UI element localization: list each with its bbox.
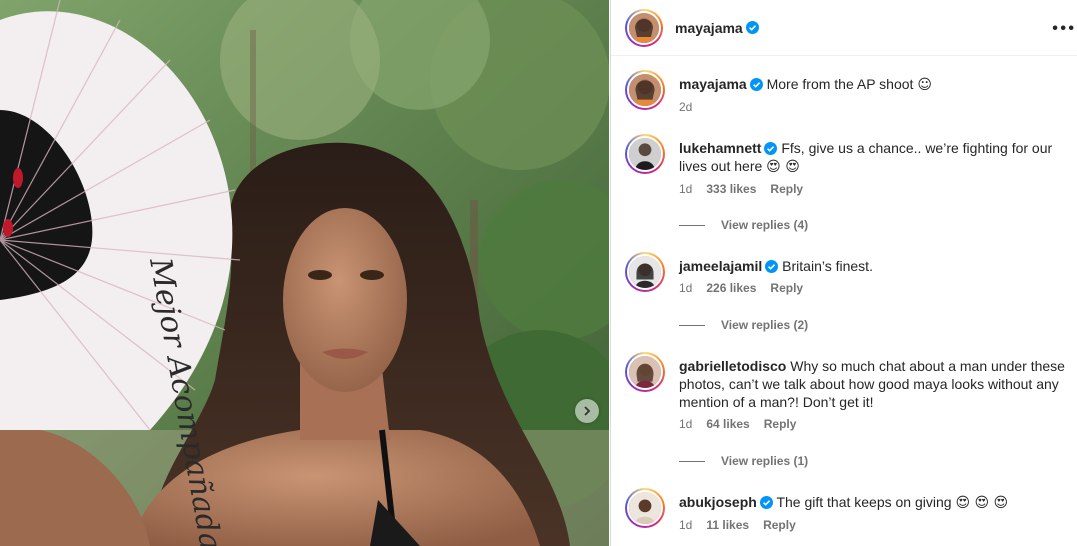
verified-badge-icon: [745, 21, 759, 34]
post-sidebar: mayajama • • • mayajama More from the AP…: [610, 0, 1077, 546]
commenter-username[interactable]: jameelajamil: [679, 258, 762, 274]
caption-text: More from the AP shoot: [766, 76, 914, 92]
comment-age: 1d: [679, 281, 693, 295]
caption-avatar[interactable]: [625, 70, 665, 110]
comment-item: lukehamnett Ffs, give us a chance.. we’r…: [625, 134, 1075, 196]
comment-emoji: 😍 😍 😍: [955, 495, 1009, 511]
replies-divider: [679, 224, 705, 226]
view-replies-label[interactable]: View replies (1): [721, 454, 808, 468]
caption-age: 2d: [679, 100, 693, 114]
chevron-right-icon: [584, 406, 591, 416]
view-replies-label[interactable]: View replies (2): [721, 318, 808, 332]
reply-button[interactable]: Reply: [763, 518, 796, 532]
replies-divider: [679, 324, 705, 326]
comment-likes[interactable]: 64 likes: [706, 417, 749, 431]
commenter-avatar[interactable]: [625, 488, 665, 528]
view-replies-label[interactable]: View replies (4): [721, 218, 808, 232]
reply-button[interactable]: Reply: [770, 281, 803, 295]
post-image: Mejor Acompañada: [0, 0, 609, 546]
comment-item: gabrielletodisco Why so much chat about …: [625, 352, 1075, 431]
post-photo: Mejor Acompañada: [0, 0, 609, 546]
reply-button[interactable]: Reply: [764, 417, 797, 431]
comment-text: Britain’s finest.: [782, 258, 873, 274]
replies-divider: [679, 460, 705, 462]
caption-emoji: ☺: [917, 77, 932, 93]
verified-badge-icon: [765, 260, 779, 273]
commenter-avatar[interactable]: [625, 352, 665, 392]
view-replies-button[interactable]: View replies (2): [679, 318, 808, 332]
reply-button[interactable]: Reply: [770, 182, 803, 196]
commenter-username[interactable]: lukehamnett: [679, 140, 761, 156]
next-photo-button[interactable]: [575, 399, 599, 423]
view-replies-button[interactable]: View replies (1): [679, 454, 808, 468]
comment-emoji: 😍 😍: [766, 159, 800, 175]
comment-age: 1d: [679, 182, 693, 196]
comment-age: 1d: [679, 518, 693, 532]
verified-badge-icon: [749, 78, 763, 91]
caption-username[interactable]: mayajama: [679, 76, 747, 92]
author-username[interactable]: mayajama: [675, 20, 743, 36]
verified-badge-icon: [759, 496, 773, 509]
comment-likes[interactable]: 333 likes: [706, 182, 756, 196]
commenter-username[interactable]: gabrielletodisco: [679, 358, 786, 374]
post-header: mayajama • • •: [611, 0, 1077, 56]
comment-item: jameelajamil Britain’s finest. 1d 226 li…: [625, 252, 1075, 295]
verified-badge-icon: [764, 142, 778, 155]
comment-item: abukjoseph The gift that keeps on giving…: [625, 488, 1075, 532]
commenter-username[interactable]: abukjoseph: [679, 494, 757, 510]
comment-likes[interactable]: 226 likes: [706, 281, 756, 295]
author-avatar[interactable]: [625, 8, 663, 47]
view-replies-button[interactable]: View replies (4): [679, 218, 808, 232]
comment-likes[interactable]: 11 likes: [706, 518, 749, 532]
commenter-avatar[interactable]: [625, 134, 665, 174]
commenter-avatar[interactable]: [625, 252, 665, 292]
comment-text: The gift that keeps on giving: [776, 494, 952, 510]
post-caption: mayajama More from the AP shoot ☺ 2d: [625, 70, 1075, 114]
more-options-icon[interactable]: • • •: [1052, 20, 1074, 38]
comment-age: 1d: [679, 417, 693, 431]
